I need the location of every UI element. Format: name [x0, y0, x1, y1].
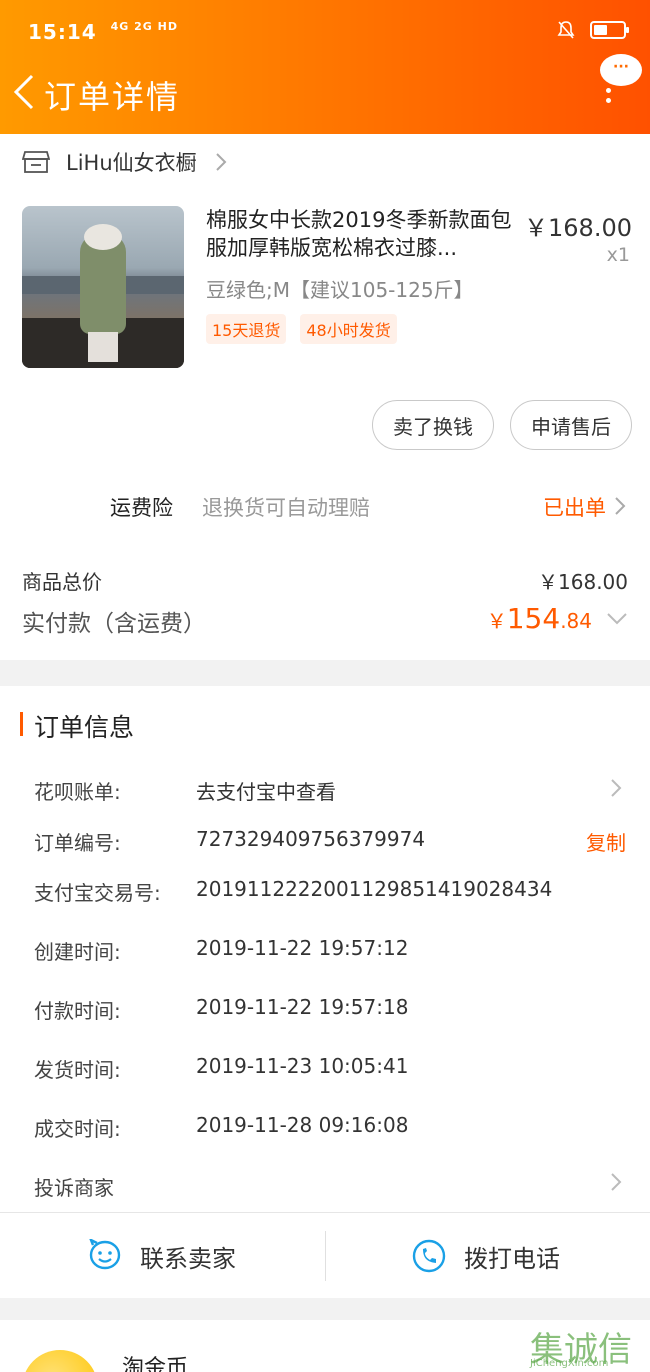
- paid-time-label: 付款时间:: [34, 999, 121, 1023]
- paid-decimal: .84: [560, 609, 592, 633]
- header-bar: 15:14 4G 2G HD 订单详情 ···: [0, 0, 650, 134]
- paid-integer: 154: [506, 602, 561, 635]
- shop-name: LiHu仙女衣橱: [66, 151, 197, 175]
- order-info-title: 订单信息: [34, 713, 135, 742]
- chevron-right-icon[interactable]: [610, 1172, 622, 1192]
- battery-icon: [590, 21, 629, 39]
- more-bubble-icon[interactable]: ···: [600, 54, 642, 86]
- contact-divider: [325, 1231, 326, 1281]
- back-arrow-icon[interactable]: [10, 72, 42, 112]
- deal-label: 成交时间:: [34, 1117, 121, 1141]
- signal-indicator: 4G 2G HD: [110, 20, 179, 33]
- total-value: ￥168.00: [538, 570, 628, 594]
- tag-shipping: 48小时发货: [300, 314, 397, 344]
- created-label: 创建时间:: [34, 940, 121, 964]
- created-value: 2019-11-22 19:57:12: [196, 936, 409, 960]
- total-label: 商品总价: [22, 570, 102, 594]
- coin-label[interactable]: 淘金币: [122, 1350, 188, 1372]
- alipay-label: 支付宝交易号:: [34, 881, 161, 905]
- chevron-right-icon: [215, 153, 227, 171]
- contact-seller-button[interactable]: 联系卖家: [88, 1213, 236, 1299]
- coin-section: 淘金币 集诚信 JiChengXin.com: [0, 1320, 650, 1372]
- sell-button[interactable]: 卖了换钱: [372, 400, 494, 450]
- status-icons: [556, 20, 629, 40]
- chevron-down-icon[interactable]: [606, 612, 628, 626]
- action-buttons: 卖了换钱 申请售后: [372, 400, 632, 450]
- product-title[interactable]: 棉服女中长款2019冬季新款面包服加厚韩版宽松棉衣过膝...: [206, 206, 524, 264]
- product-spec: 豆绿色;M【建议105-125斤】: [206, 278, 474, 302]
- paid-currency: ￥: [486, 609, 507, 633]
- paid-label: 实付款（含运费）: [22, 611, 206, 637]
- complain-link[interactable]: 投诉商家: [34, 1172, 114, 1201]
- page-title: 订单详情: [44, 78, 181, 116]
- order-card: LiHu仙女衣橱 棉服女中长款2019冬季新款面包服加厚韩版宽松棉衣过膝... …: [0, 134, 650, 660]
- huabei-label: 花呗账单:: [34, 780, 121, 804]
- after-sale-button[interactable]: 申请售后: [510, 400, 632, 450]
- paid-time-value: 2019-11-22 19:57:18: [196, 995, 409, 1019]
- product-quantity: x1: [606, 244, 630, 266]
- copy-button[interactable]: 复制: [586, 827, 626, 856]
- shipped-value: 2019-11-23 10:05:41: [196, 1054, 409, 1078]
- shipped-label: 发货时间:: [34, 1058, 121, 1082]
- contact-bar: 联系卖家 拨打电话: [0, 1212, 650, 1298]
- order-no-label: 订单编号:: [34, 831, 121, 855]
- chat-smile-icon: [89, 1239, 121, 1270]
- product-price: ￥168.00: [524, 214, 632, 242]
- order-no-value: 727329409756379974: [196, 827, 426, 851]
- shop-link[interactable]: LiHu仙女衣橱: [22, 142, 227, 182]
- call-button[interactable]: 拨打电话: [412, 1213, 560, 1299]
- gold-coin-icon: [22, 1350, 98, 1372]
- insurance-desc: 退换货可自动理赔: [202, 496, 370, 520]
- status-time: 15:14 4G 2G HD: [28, 20, 178, 44]
- mute-bell-icon: [557, 21, 575, 39]
- insurance-status[interactable]: 已出单: [543, 492, 606, 522]
- alipay-value: 2019112222001129851419028434: [196, 877, 553, 901]
- order-info-section: 订单信息 花呗账单: 去支付宝中查看 订单编号: 727329409756379…: [0, 686, 650, 1212]
- contact-seller-label: 联系卖家: [140, 1244, 236, 1273]
- more-menu-icon[interactable]: [606, 88, 612, 108]
- huabei-value[interactable]: 去支付宝中查看: [196, 776, 336, 805]
- insurance-label: 运费险: [110, 496, 173, 520]
- section-accent-bar: [20, 712, 23, 736]
- tag-return: 15天退货: [206, 314, 287, 344]
- paid-value: ￥154.84: [487, 602, 592, 635]
- watermark-sub: JiChengXin.com: [530, 1358, 609, 1369]
- chevron-right-icon[interactable]: [610, 778, 622, 798]
- clock-text: 15:14: [28, 20, 97, 44]
- phone-icon: [412, 1239, 446, 1273]
- deal-value: 2019-11-28 09:16:08: [196, 1113, 409, 1137]
- product-image[interactable]: [22, 206, 184, 368]
- product-tags: 15天退货 48小时发货: [206, 314, 397, 344]
- shop-icon: [22, 151, 50, 173]
- chevron-right-icon[interactable]: [614, 496, 626, 516]
- call-label: 拨打电话: [464, 1244, 560, 1273]
